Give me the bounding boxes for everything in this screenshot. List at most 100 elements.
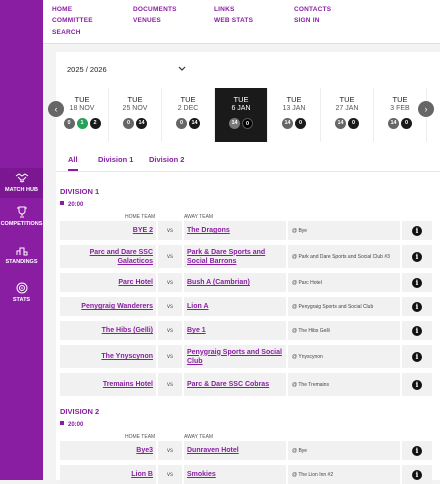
away-team-link[interactable]: Bye 1: [187, 326, 206, 335]
home-team-link[interactable]: Penygraig Wanderers: [81, 302, 153, 311]
info-icon[interactable]: i: [412, 301, 422, 312]
count-badge: 0: [348, 118, 359, 129]
info-cell: i: [402, 245, 432, 268]
result-counts: 14 0: [215, 118, 267, 129]
date-label: 25 NOV: [122, 105, 148, 112]
time-label: 20:00: [68, 422, 84, 428]
date-tab[interactable]: TUE 13 JAN 14 0: [268, 88, 321, 142]
home-team-link[interactable]: Tremains Hotel: [103, 380, 153, 389]
home-team-link[interactable]: BYE 2: [133, 226, 153, 235]
home-team-link[interactable]: Parc Hotel: [118, 278, 153, 287]
nav-venues[interactable]: VENUES: [133, 17, 161, 24]
home-team-link[interactable]: The Hibs (Gelli): [102, 326, 153, 335]
away-team-link[interactable]: Smokies: [187, 470, 216, 479]
fixture-row: The Ynyscynon vs Penygraig Sports and So…: [60, 345, 432, 368]
result-counts: 0 14: [162, 118, 214, 129]
fixture-row: Tremains Hotel vs Parc & Dare SSC Cobras…: [60, 373, 432, 396]
result-counts: 14 0: [374, 118, 426, 129]
nav-links[interactable]: LINKS: [214, 6, 235, 13]
sidebar-item-standings[interactable]: STANDINGS: [0, 244, 43, 270]
date-day: TUE: [127, 95, 143, 104]
tab-division-2[interactable]: Division 2: [149, 155, 184, 164]
nav-web-stats[interactable]: WEB STATS: [214, 17, 253, 24]
date-day: TUE: [286, 95, 302, 104]
away-team-cell: Bye 1: [184, 321, 286, 340]
vs-label: vs: [158, 441, 182, 460]
vs-label: vs: [158, 245, 182, 268]
count-badge: 14: [136, 118, 147, 129]
nav-committee[interactable]: COMMITTEE: [52, 17, 93, 24]
date-tab[interactable]: TUE 2 DEC 0 14: [162, 88, 215, 142]
away-team-link[interactable]: The Dragons: [187, 226, 230, 235]
info-icon[interactable]: i: [412, 325, 422, 336]
home-team-cell: BYE 2: [60, 221, 156, 240]
date-tab[interactable]: TUE 27 JAN 14 0: [321, 88, 374, 142]
home-team-cell: Parc and Dare SSC Galacticos: [60, 245, 156, 268]
info-cell: i: [402, 441, 432, 460]
venue-label: @ The Tremains: [288, 373, 400, 396]
vs-label: vs: [158, 221, 182, 240]
sidebar-label: STANDINGS: [5, 259, 38, 265]
away-team-cell: Bush A (Cambrian): [184, 273, 286, 292]
tab-division-1[interactable]: Division 1: [98, 155, 133, 164]
venue-label: @ Penygraig Sports and Social Club: [288, 297, 400, 316]
away-team-link[interactable]: Dunraven Hotel: [187, 446, 239, 455]
result-counts: 14 0: [321, 118, 373, 129]
result-counts: 0 14: [109, 118, 161, 129]
info-icon[interactable]: i: [412, 469, 422, 480]
division-title: DIVISION 1: [60, 187, 100, 196]
info-icon[interactable]: i: [412, 351, 422, 362]
date-strip: TUE 18 NOV 0 1 2 TUE 25 NOV 0 14 TUE 2 DEC 01…: [56, 88, 440, 142]
sidebar-label: COMPETITIONS: [0, 221, 43, 227]
count-badge: 14: [282, 118, 293, 129]
info-cell: i: [402, 373, 432, 396]
count-badge: 0: [123, 118, 134, 129]
division-title: DIVISION 2: [60, 407, 100, 416]
home-team-link[interactable]: Lion B: [131, 470, 153, 479]
away-team-link[interactable]: Park & Dare Sports and Social Barrons: [187, 248, 286, 266]
sidebar-item-stats[interactable]: STATS: [0, 282, 43, 308]
info-icon[interactable]: i: [412, 379, 422, 390]
date-tab[interactable]: TUE 3 FEB 14 0: [374, 88, 427, 142]
next-date-arrow-icon[interactable]: ›: [418, 101, 434, 117]
podium-icon: [16, 247, 27, 256]
info-icon[interactable]: i: [412, 225, 422, 236]
nav-home[interactable]: HOME: [52, 6, 72, 13]
date-tab[interactable]: TUE 6 JAN 14 0: [215, 88, 268, 142]
away-team-link[interactable]: Parc & Dare SSC Cobras: [187, 380, 269, 389]
sidebar-item-competitions[interactable]: COMPETITIONS: [0, 206, 43, 232]
trophy-icon: [16, 206, 27, 218]
nav-search[interactable]: SEARCH: [52, 29, 81, 36]
sidebar-item-match-hub[interactable]: MATCH HUB: [0, 168, 43, 198]
home-team-link[interactable]: Parc and Dare SSC Galacticos: [60, 248, 153, 266]
col-header-away: AWAY TEAM: [184, 214, 214, 220]
nav-sign-in[interactable]: SIGN IN: [294, 17, 320, 24]
kickoff-time: 20:00: [60, 201, 83, 208]
info-icon[interactable]: i: [412, 277, 422, 288]
venue-label: @ Bye: [288, 441, 400, 460]
dartboard-icon: [16, 282, 27, 294]
info-icon[interactable]: i: [412, 251, 422, 262]
away-team-link[interactable]: Bush A (Cambrian): [187, 278, 250, 287]
date-tab[interactable]: TUE 18 NOV 012: [56, 88, 109, 142]
prev-date-arrow-icon[interactable]: ‹: [48, 101, 64, 117]
season-select[interactable]: 2025 / 2026: [64, 60, 192, 78]
home-team-link[interactable]: The Ynyscynon: [101, 352, 153, 361]
venue-label: @ Park and Dare Sports and Social Club #…: [288, 245, 400, 268]
col-header-home: HOME TEAM: [125, 214, 156, 220]
info-cell: i: [402, 345, 432, 368]
date-tab[interactable]: TUE 25 NOV 0 14: [109, 88, 162, 142]
tab-all[interactable]: All: [68, 155, 78, 171]
vs-label: vs: [158, 373, 182, 396]
home-team-link[interactable]: Bye3: [136, 446, 153, 455]
info-icon[interactable]: i: [412, 445, 422, 456]
away-team-cell: Smokies: [184, 465, 286, 484]
away-team-link[interactable]: Penygraig Sports and Social Club: [187, 348, 286, 366]
nav-documents[interactable]: DOCUMENTS: [133, 6, 177, 13]
info-cell: i: [402, 297, 432, 316]
away-team-link[interactable]: Lion A: [187, 302, 209, 311]
away-team-cell: Parc & Dare SSC Cobras: [184, 373, 286, 396]
count-badge: 0: [176, 118, 187, 129]
venue-label: @ The Hibs Gelli: [288, 321, 400, 340]
nav-contacts[interactable]: CONTACTS: [294, 6, 331, 13]
